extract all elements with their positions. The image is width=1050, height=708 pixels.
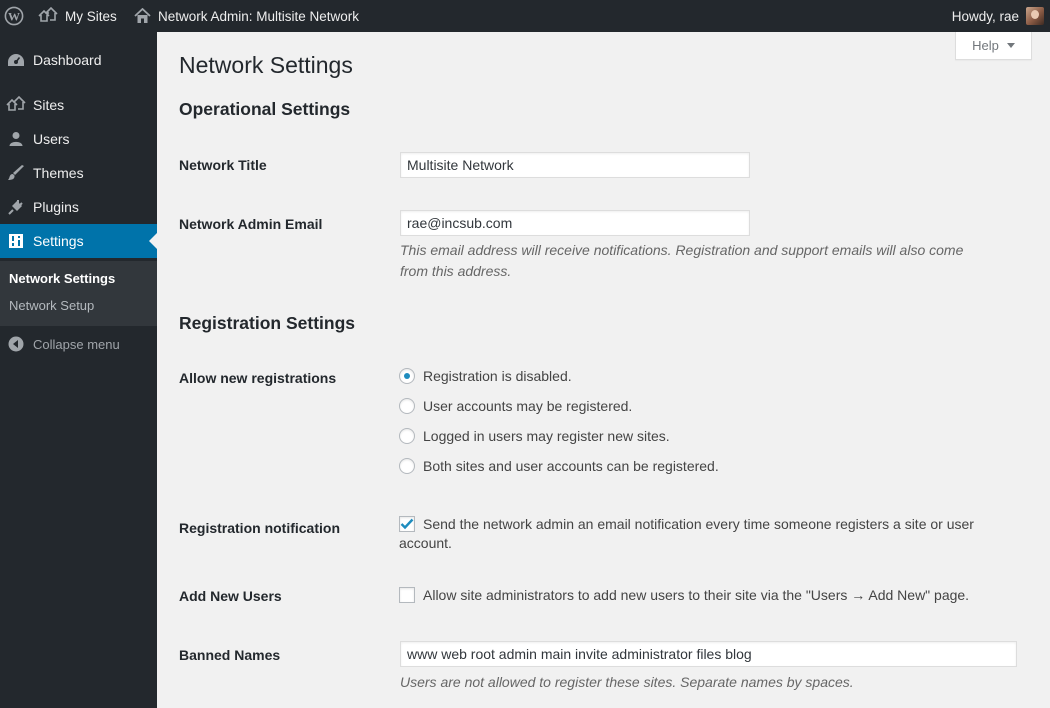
- operational-settings-heading: Operational Settings: [179, 99, 351, 119]
- my-sites-icon: [38, 7, 58, 25]
- sidebar-item-label: Users: [33, 131, 70, 147]
- my-sites-link[interactable]: My Sites: [38, 0, 117, 32]
- admin-email-description: This email address will receive notifica…: [400, 240, 963, 282]
- registration-option[interactable]: Logged in users may register new sites.: [399, 428, 670, 444]
- sites-icon: [6, 95, 26, 115]
- add-new-users-checkbox[interactable]: [399, 587, 415, 603]
- sidebar-item-sites[interactable]: Sites: [0, 88, 157, 122]
- registration-notification-label: Registration notification: [179, 520, 340, 536]
- registration-settings-heading: Registration Settings: [179, 313, 355, 333]
- collapse-arrow-icon: [6, 334, 26, 354]
- registration-option[interactable]: User accounts may be registered.: [399, 398, 632, 414]
- registration-option[interactable]: Registration is disabled.: [399, 368, 572, 384]
- network-admin-label: Network Admin: Multisite Network: [158, 8, 360, 24]
- network-title-label: Network Title: [179, 157, 267, 173]
- sidebar-item-users[interactable]: Users: [0, 122, 157, 156]
- banned-names-label: Banned Names: [179, 647, 281, 663]
- submenu-network-settings[interactable]: Network Settings: [9, 271, 115, 286]
- collapse-menu-button[interactable]: Collapse menu: [0, 329, 120, 359]
- sidebar-item-label: Sites: [33, 97, 65, 113]
- registration-notification-text: Send the network admin an email notifica…: [399, 515, 974, 553]
- svg-text:W: W: [8, 9, 20, 23]
- sidebar-item-label: Dashboard: [33, 52, 102, 68]
- sidebar-item-themes[interactable]: Themes: [0, 156, 157, 190]
- help-button[interactable]: Help: [955, 32, 1032, 60]
- registration-notification-checkbox[interactable]: [399, 516, 415, 532]
- plugins-icon: [6, 197, 26, 217]
- checkmark-icon: [400, 518, 414, 530]
- admin-bar: W My Sites Network Admin: Multisite Netw…: [0, 0, 1050, 32]
- wordpress-logo-icon[interactable]: W: [4, 0, 26, 32]
- registration-option-label: Logged in users may register new sites.: [423, 428, 670, 444]
- registration-radio[interactable]: [399, 428, 415, 444]
- registration-notification-option[interactable]: Send the network admin an email notifica…: [399, 515, 974, 553]
- registration-radio[interactable]: [399, 398, 415, 414]
- home-icon: [134, 8, 151, 24]
- help-label: Help: [972, 38, 999, 53]
- allow-registrations-label: Allow new registrations: [179, 370, 337, 386]
- page-title: Network Settings: [179, 52, 353, 78]
- registration-option-label: User accounts may be registered.: [423, 398, 633, 414]
- submenu-network-setup[interactable]: Network Setup: [9, 298, 94, 313]
- network-admin-email-input[interactable]: [400, 210, 750, 236]
- sidebar-item-label: Settings: [33, 233, 84, 249]
- registration-radio[interactable]: [399, 458, 415, 474]
- chevron-down-icon: [1006, 43, 1015, 48]
- add-new-users-text: Allow site administrators to add new use…: [423, 587, 970, 603]
- banned-names-input[interactable]: [400, 641, 1017, 667]
- sidebar-item-dashboard[interactable]: Dashboard: [0, 43, 157, 77]
- registration-notification-text-line-1: Send the network admin an email notifica…: [423, 516, 974, 532]
- add-new-users-label: Add New Users: [179, 588, 282, 604]
- settings-submenu: Network Settings Network Setup: [0, 261, 157, 326]
- banned-names-description: Users are not allowed to register these …: [400, 674, 854, 690]
- my-sites-label: My Sites: [65, 8, 117, 24]
- registration-option[interactable]: Both sites and user accounts can be regi…: [399, 458, 719, 474]
- themes-icon: [6, 163, 26, 183]
- network-admin-link[interactable]: Network Admin: Multisite Network: [134, 0, 359, 32]
- admin-email-description-line-2: from this address.: [400, 263, 512, 279]
- account-menu[interactable]: Howdy, rae: [952, 0, 1044, 32]
- sidebar-item-plugins[interactable]: Plugins: [0, 190, 157, 224]
- registration-notification-text-line-2: account.: [399, 535, 452, 551]
- howdy-label: Howdy, rae: [951, 8, 1019, 24]
- admin-email-description-line-1: This email address will receive notifica…: [400, 242, 964, 258]
- network-admin-email-label: Network Admin Email: [179, 216, 323, 232]
- network-title-input[interactable]: [400, 152, 750, 178]
- collapse-menu-label: Collapse menu: [33, 336, 120, 352]
- add-new-users-option[interactable]: Allow site administrators to add new use…: [399, 587, 969, 603]
- sidebar-item-settings[interactable]: Settings: [0, 224, 157, 258]
- registration-option-label: Both sites and user accounts can be regi…: [423, 458, 719, 474]
- admin-sidebar: Dashboard Sites Users Themes Plugins Set…: [0, 32, 157, 708]
- dashboard-icon: [6, 50, 26, 70]
- sidebar-item-label: Plugins: [33, 199, 79, 215]
- avatar: [1026, 7, 1044, 25]
- users-icon: [6, 129, 26, 149]
- registration-radio[interactable]: [399, 368, 415, 384]
- registration-option-label: Registration is disabled.: [423, 368, 572, 384]
- settings-icon: [6, 231, 26, 251]
- sidebar-item-label: Themes: [33, 165, 84, 181]
